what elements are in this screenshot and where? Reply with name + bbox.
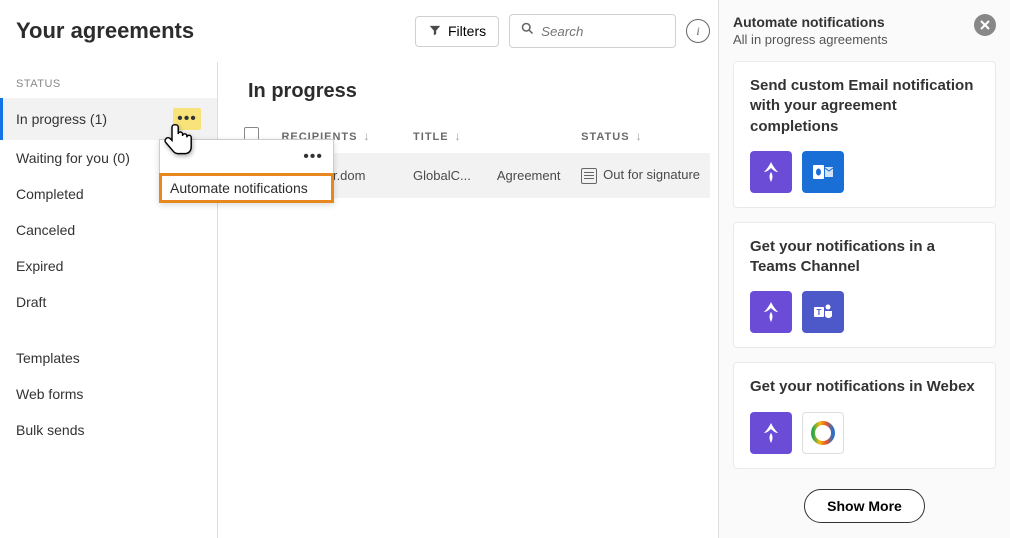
search-input[interactable] xyxy=(541,24,661,39)
sidebar-item-webforms[interactable]: Web forms xyxy=(0,376,217,412)
sidebar-item-label: Draft xyxy=(16,294,46,310)
panel-title: Automate notifications xyxy=(733,14,888,30)
sidebar-item-label: Completed xyxy=(16,186,84,202)
cell-status: Out for signature xyxy=(571,153,710,198)
document-icon xyxy=(581,168,597,184)
automate-notifications-menuitem[interactable]: Automate notifications xyxy=(159,173,334,203)
outlook-icon xyxy=(802,151,844,193)
acrobat-icon xyxy=(750,151,792,193)
col-title[interactable]: TITLE ↓ xyxy=(403,119,487,153)
col-label: TITLE xyxy=(413,131,449,143)
acrobat-icon xyxy=(750,291,792,333)
sidebar-item-label: Expired xyxy=(16,258,63,274)
sidebar-item-canceled[interactable]: Canceled xyxy=(0,212,217,248)
teams-icon: T xyxy=(802,291,844,333)
sidebar-item-draft[interactable]: Draft xyxy=(0,284,217,320)
panel-subtitle: All in progress agreements xyxy=(733,32,888,47)
sidebar-item-label: In progress (1) xyxy=(16,111,107,127)
sidebar-item-inprogress[interactable]: In progress (1) ••• xyxy=(0,98,217,140)
acrobat-icon xyxy=(750,412,792,454)
sidebar-item-label: Canceled xyxy=(16,222,75,238)
card-email-notification[interactable]: Send custom Email notification with your… xyxy=(733,61,996,208)
search-box[interactable] xyxy=(509,14,676,48)
sidebar: STATUS In progress (1) ••• Waiting for y… xyxy=(0,62,218,538)
section-title: In progress xyxy=(234,70,710,119)
card-title: Get your notifications in a Teams Channe… xyxy=(750,237,979,278)
chevron-down-icon: ↓ xyxy=(455,129,462,143)
info-icon[interactable]: i xyxy=(686,19,710,43)
status-heading: STATUS xyxy=(0,72,217,98)
sidebar-item-label: Web forms xyxy=(16,386,83,402)
close-button[interactable] xyxy=(974,14,996,36)
filters-button[interactable]: Filters xyxy=(415,16,499,47)
sidebar-item-label: Waiting for you (0) xyxy=(16,150,130,166)
sidebar-item-label: Bulk sends xyxy=(16,422,84,438)
cell-type: Agreement xyxy=(487,153,571,198)
more-dots-icon[interactable]: ••• xyxy=(173,108,201,130)
cell-title: GlobalC... xyxy=(403,153,487,198)
top-toolbar: Filters i xyxy=(415,14,710,48)
svg-text:T: T xyxy=(817,308,822,317)
search-icon xyxy=(520,21,535,41)
sidebar-item-bulksends[interactable]: Bulk sends xyxy=(0,412,217,448)
chevron-down-icon: ↓ xyxy=(636,129,643,143)
sidebar-item-templates[interactable]: Templates xyxy=(0,340,217,376)
card-teams-notification[interactable]: Get your notifications in a Teams Channe… xyxy=(733,222,996,349)
card-title: Get your notifications in Webex xyxy=(750,377,979,397)
card-webex-notification[interactable]: Get your notifications in Webex xyxy=(733,362,996,468)
sidebar-item-expired[interactable]: Expired xyxy=(0,248,217,284)
right-panel: Automate notifications All in progress a… xyxy=(718,0,1010,538)
sidebar-item-label: Templates xyxy=(16,350,80,366)
webex-icon xyxy=(802,412,844,454)
filter-icon xyxy=(428,23,442,40)
col-status[interactable]: STATUS ↓ xyxy=(571,119,710,153)
ellipsis-icon[interactable]: ••• xyxy=(303,148,323,166)
automate-context-menu: ••• Automate notifications xyxy=(159,139,334,203)
col-label: STATUS xyxy=(581,131,629,143)
filters-label: Filters xyxy=(448,23,486,39)
show-more-button[interactable]: Show More xyxy=(804,489,925,523)
card-title: Send custom Email notification with your… xyxy=(750,76,979,137)
chevron-down-icon: ↓ xyxy=(364,129,371,143)
status-text: Out for signature xyxy=(603,167,700,182)
